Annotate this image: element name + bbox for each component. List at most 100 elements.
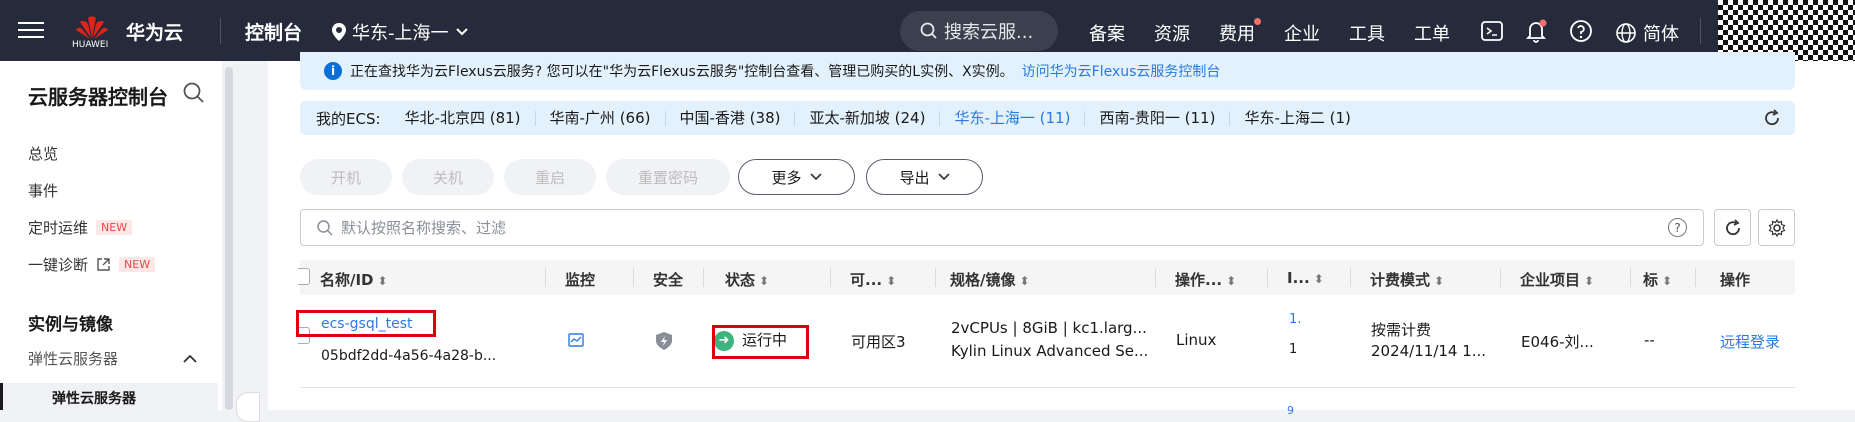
sort-icon[interactable]: ⬍ <box>759 274 769 288</box>
enterprise-project: E046-刘... <box>1521 333 1594 351</box>
sort-icon[interactable]: ⬍ <box>1434 274 1444 288</box>
divider <box>220 18 221 44</box>
chevron-down-icon <box>455 28 468 36</box>
chevron-up-icon <box>183 354 197 363</box>
next-row-ip-partial[interactable]: 9 <box>1287 404 1294 417</box>
region-tab-shanghai2[interactable]: 华东-上海二 (1) <box>1229 110 1364 126</box>
sidebar-group-label: 弹性云服务器 <box>28 350 119 368</box>
sidebar-collapse-handle[interactable] <box>236 392 260 422</box>
col-label: 规格/镜像 <box>950 271 1016 289</box>
sort-icon[interactable]: ⬍ <box>886 274 896 288</box>
col-divider <box>1155 268 1156 287</box>
col-divider <box>1500 268 1501 287</box>
sidebar-item-ecs-active[interactable]: 弹性云服务器 <box>0 383 218 410</box>
new-badge: NEW <box>119 257 156 272</box>
instance-id: 05bdf2dd-4a56-4a28-b... <box>321 348 497 364</box>
col-billing[interactable]: 计费模式 ⬍ <box>1370 269 1444 290</box>
external-link-icon <box>97 258 110 271</box>
col-spec[interactable]: 规格/镜像 ⬍ <box>950 269 1030 290</box>
table-refresh-button[interactable] <box>1714 209 1751 246</box>
reset-password-button[interactable]: 重置密码 <box>606 159 730 195</box>
filter-placeholder: 默认按照名称搜索、过滤 <box>341 219 507 237</box>
sort-icon[interactable]: ⬍ <box>1314 272 1324 286</box>
monitor-chart-icon[interactable] <box>568 333 584 347</box>
sidebar-search-icon[interactable] <box>182 81 206 105</box>
col-label: 标 <box>1643 271 1659 289</box>
ip-address-1[interactable]: 1. <box>1289 312 1301 327</box>
filter-search-input[interactable]: 默认按照名称搜索、过滤 ? <box>300 209 1704 246</box>
ecs-region-label: 我的ECS: <box>316 109 381 128</box>
shield-icon[interactable] <box>655 331 673 351</box>
nav-resources[interactable]: 资源 <box>1154 20 1190 46</box>
col-tag[interactable]: 标 ⬍ <box>1643 269 1672 290</box>
refresh-icon[interactable] <box>1763 109 1781 127</box>
language-selector[interactable]: 简体 <box>1615 20 1679 46</box>
sidebar-item-label: 弹性云服务器 <box>52 391 136 407</box>
more-button[interactable]: 更多 <box>738 159 855 195</box>
sort-icon[interactable]: ⬍ <box>1019 274 1029 288</box>
col-az[interactable]: 可... ⬍ <box>850 269 896 290</box>
instance-image: Kylin Linux Advanced Se... <box>951 342 1149 360</box>
notice-text: 正在查找华为云Flexus云服务? 您可以在"华为云Flexus云服务"控制台查… <box>350 64 1014 80</box>
sidebar-item-scheduled-ops[interactable]: 定时运维 NEW <box>28 217 133 238</box>
sidebar: 云服务器控制台 总览 事件 定时运维 NEW 一键诊断 NEW 实例与镜像 弹性… <box>0 61 222 410</box>
sidebar-item-overview[interactable]: 总览 <box>28 143 58 164</box>
region-tab-hongkong[interactable]: 中国-香港 (38) <box>664 110 795 126</box>
col-label: 名称/ID <box>320 271 374 289</box>
sidebar-group-ecs[interactable]: 弹性云服务器 <box>28 348 198 369</box>
col-ip[interactable]: I... ⬍ <box>1287 269 1324 287</box>
global-search-input[interactable]: 搜索云服... <box>900 11 1058 51</box>
col-divider <box>1350 268 1351 287</box>
nav-enterprise[interactable]: 企业 <box>1284 20 1320 46</box>
export-button[interactable]: 导出 <box>866 159 983 195</box>
region-tab-shanghai1[interactable]: 华东-上海一 (11) <box>939 110 1084 126</box>
nav-tools[interactable]: 工具 <box>1349 20 1385 46</box>
select-all-checkbox[interactable] <box>298 268 310 285</box>
console-link[interactable]: 控制台 <box>245 18 302 45</box>
col-label: 状态 <box>725 271 756 289</box>
nav-billing[interactable]: 费用 <box>1219 18 1261 46</box>
bell-icon[interactable] <box>1523 18 1549 44</box>
col-label: 计费模式 <box>1370 271 1431 289</box>
language-label: 简体 <box>1643 24 1679 45</box>
sidebar-item-events[interactable]: 事件 <box>28 180 58 201</box>
scrollbar-thumb[interactable] <box>225 67 233 410</box>
col-os[interactable]: 操作... ⬍ <box>1175 269 1236 290</box>
region-tab-guiyang1[interactable]: 西南-贵阳一 (11) <box>1084 110 1229 126</box>
nav-tickets[interactable]: 工单 <box>1414 20 1450 46</box>
sidebar-item-label: 总览 <box>28 145 59 163</box>
col-action: 操作 <box>1720 271 1751 289</box>
filter-help-icon[interactable]: ? <box>1668 218 1687 237</box>
col-divider <box>1267 268 1268 287</box>
region-selector[interactable]: 华东-上海一 <box>332 19 469 45</box>
flexus-notice: i 正在查找华为云Flexus云服务? 您可以在"华为云Flexus云服务"控制… <box>300 52 1795 90</box>
start-button[interactable]: 开机 <box>300 159 392 195</box>
region-tab-singapore[interactable]: 亚太-新加坡 (24) <box>794 110 939 126</box>
notice-link[interactable]: 访问华为云Flexus云服务控制台 <box>1022 61 1221 81</box>
restart-button[interactable]: 重启 <box>504 159 596 195</box>
col-security: 安全 <box>653 271 684 289</box>
region-tab-guangzhou[interactable]: 华南-广州 (66) <box>534 110 665 126</box>
chevron-down-icon <box>809 173 822 181</box>
menu-icon[interactable] <box>18 17 44 43</box>
sort-icon[interactable]: ⬍ <box>1662 274 1672 288</box>
active-indicator <box>0 383 3 410</box>
sort-icon[interactable]: ⬍ <box>1226 274 1236 288</box>
brand-name[interactable]: 华为云 <box>126 18 183 45</box>
col-project[interactable]: 企业项目 ⬍ <box>1520 269 1594 290</box>
sidebar-item-diagnosis[interactable]: 一键诊断 NEW <box>28 254 156 275</box>
region-tab-beijing4[interactable]: 华北-北京四 (81) <box>381 110 535 126</box>
col-name[interactable]: 名称/ID ⬍ <box>320 269 388 290</box>
sort-icon[interactable]: ⬍ <box>1584 274 1594 288</box>
remote-login-link[interactable]: 远程登录 <box>1720 331 1780 352</box>
sort-icon[interactable]: ⬍ <box>378 274 388 288</box>
help-icon[interactable] <box>1568 18 1594 44</box>
sidebar-scrollbar[interactable] <box>222 61 236 410</box>
logo-text: HUAWEI <box>72 40 109 50</box>
col-status[interactable]: 状态 ⬍ <box>725 269 769 290</box>
stop-button[interactable]: 关机 <box>402 159 494 195</box>
nav-filing[interactable]: 备案 <box>1089 20 1125 46</box>
cloud-shell-icon[interactable] <box>1479 18 1505 44</box>
highlight-box-name <box>296 310 436 337</box>
table-settings-button[interactable] <box>1758 209 1795 246</box>
